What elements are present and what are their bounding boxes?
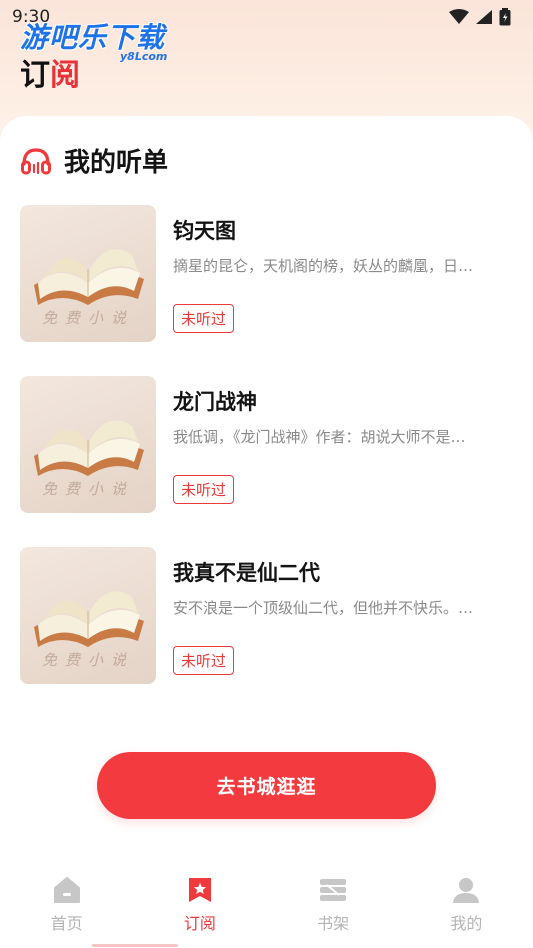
section-header: 我的听单	[20, 142, 168, 179]
tab-home-label: 首页	[50, 914, 83, 933]
book-cover[interactable]: 免费小说	[20, 547, 156, 684]
cover-watermark: 免费小说	[42, 309, 135, 327]
page-title-part1: 订	[20, 58, 50, 93]
tab-subscribe-label: 订阅	[183, 914, 216, 933]
book-cover[interactable]: 免费小说	[20, 376, 156, 513]
section-title: 我的听单	[64, 148, 169, 178]
book-cover[interactable]: 免费小说	[20, 205, 156, 342]
active-tab-indicator	[92, 944, 178, 947]
tab-home[interactable]: 首页	[0, 868, 133, 948]
tab-bookshelf[interactable]: 书架	[267, 868, 400, 948]
tab-bookshelf-label: 书架	[317, 914, 350, 933]
book-item[interactable]: 免费小说 钧天图 摘星的昆仑，天机阁的榜，妖丛的麟凰，日… 未听过	[20, 205, 513, 342]
watermark-domain: y8Lcom	[120, 50, 168, 63]
home-icon	[53, 877, 80, 903]
bottom-tab-bar: 首页 订阅 书架 我的	[0, 868, 533, 948]
book-description: 我低调，《龙门战神》作者：胡说大师不是…	[173, 428, 466, 446]
cover-watermark: 免费小说	[42, 651, 135, 669]
status-icons	[449, 8, 511, 26]
cellular-signal-icon	[476, 10, 492, 24]
headphones-icon	[21, 147, 51, 174]
tab-mine[interactable]: 我的	[400, 868, 533, 948]
status-badge: 未听过	[173, 475, 235, 504]
book-title[interactable]: 龙门战神	[173, 386, 257, 416]
tab-mine-label: 我的	[450, 914, 483, 933]
status-badge: 未听过	[173, 646, 235, 675]
go-to-bookstore-button[interactable]: 去书城逛逛	[97, 752, 436, 819]
book-title[interactable]: 钧天图	[173, 215, 236, 245]
battery-icon	[499, 8, 511, 26]
tab-subscribe[interactable]: 订阅	[133, 868, 266, 948]
bookmark-icon	[188, 878, 211, 902]
page-title-part2: 阅	[50, 58, 80, 93]
status-badge: 未听过	[173, 304, 235, 333]
bookshelf-icon	[320, 879, 347, 901]
page-title: 订阅	[20, 50, 80, 94]
cover-watermark: 免费小说	[42, 480, 135, 498]
book-description: 安不浪是一个顶级仙二代，但他并不快乐。…	[173, 599, 474, 617]
book-item[interactable]: 免费小说 龙门战神 我低调，《龙门战神》作者：胡说大师不是… 未听过	[20, 376, 513, 513]
book-item[interactable]: 免费小说 我真不是仙二代 安不浪是一个顶级仙二代，但他并不快乐。… 未听过	[20, 547, 513, 684]
book-description: 摘星的昆仑，天机阁的榜，妖丛的麟凰，日…	[173, 257, 474, 275]
wifi-icon	[449, 9, 469, 24]
book-title[interactable]: 我真不是仙二代	[173, 557, 320, 587]
user-icon	[453, 878, 480, 903]
